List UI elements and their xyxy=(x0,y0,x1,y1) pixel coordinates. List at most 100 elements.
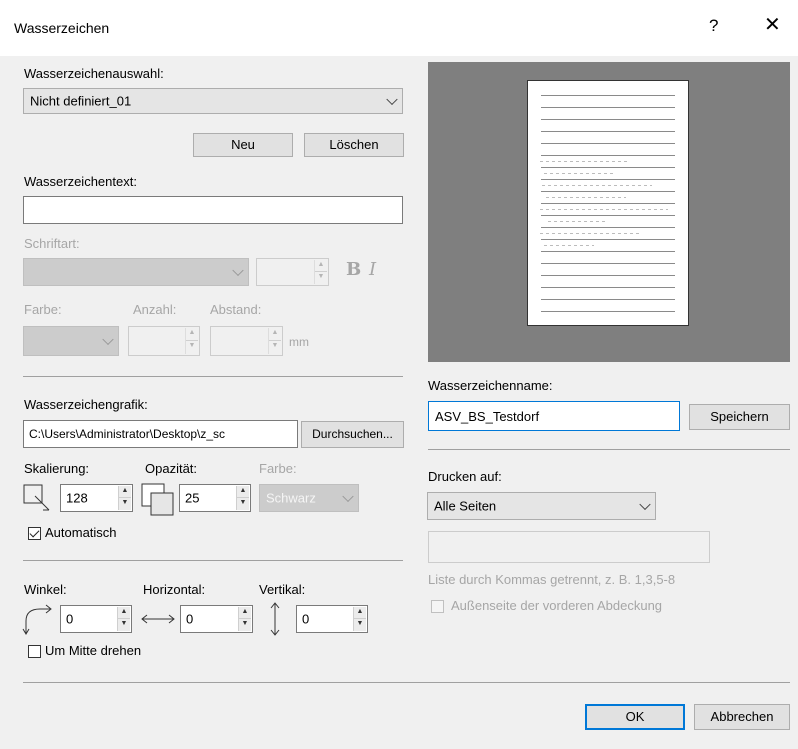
watermark-preview-mark xyxy=(540,233,640,234)
graphic-color-select[interactable]: Schwarz xyxy=(259,484,359,512)
horizontal-label: Horizontal: xyxy=(143,582,206,597)
separator xyxy=(23,682,790,683)
chevron-down-icon xyxy=(386,93,398,106)
spin-up-icon[interactable]: ▲ xyxy=(118,607,130,619)
text-color-select[interactable] xyxy=(23,326,119,356)
spin-down-icon[interactable]: ▼ xyxy=(239,619,251,631)
watermark-preview-mark xyxy=(540,161,630,162)
scale-icon xyxy=(23,484,50,511)
graphic-color-value: Schwarz xyxy=(266,490,316,506)
opacity-label: Opazität: xyxy=(145,461,198,476)
vertical-label: Vertikal: xyxy=(259,582,306,597)
watermark-select[interactable]: Nicht definiert_01 xyxy=(23,88,403,114)
angle-stepper[interactable]: 0 ▲ ▼ xyxy=(60,605,132,633)
chevron-down-icon xyxy=(232,264,244,277)
watermark-name-input[interactable]: ASV_BS_Testdorf xyxy=(428,401,680,431)
preview-panel xyxy=(428,62,790,362)
vertical-value: 0 xyxy=(302,611,310,627)
graphic-label: Wasserzeichengrafik: xyxy=(24,397,148,412)
count-label: Anzahl: xyxy=(133,302,177,317)
spin-up-icon[interactable]: ▲ xyxy=(354,607,366,619)
delete-button[interactable]: Löschen xyxy=(304,133,404,157)
angle-value: 0 xyxy=(66,611,74,627)
spin-down-icon[interactable]: ▼ xyxy=(118,619,130,631)
vertical-stepper[interactable]: 0 ▲ ▼ xyxy=(296,605,368,633)
spin-up-icon[interactable]: ▲ xyxy=(315,260,327,272)
new-button[interactable]: Neu xyxy=(193,133,293,157)
vertical-arrow-icon xyxy=(270,602,280,636)
spin-up-icon[interactable]: ▲ xyxy=(237,486,249,498)
rotate-icon xyxy=(22,604,52,635)
unit-label: mm xyxy=(289,335,309,349)
spin-down-icon[interactable]: ▼ xyxy=(354,619,366,631)
ok-button[interactable]: OK xyxy=(585,704,685,730)
text-label: Wasserzeichentext: xyxy=(24,174,137,189)
watermark-name-value: ASV_BS_Testdorf xyxy=(435,409,540,424)
chevron-down-icon xyxy=(102,333,114,346)
watermark-preview-mark xyxy=(546,197,626,198)
spacing-label: Abstand: xyxy=(210,302,262,317)
italic-button[interactable]: I xyxy=(369,259,376,280)
spacing-stepper[interactable]: ▲ ▼ xyxy=(210,326,283,356)
close-button[interactable]: ✕ xyxy=(764,12,781,37)
watermark-select-value: Nicht definiert_01 xyxy=(30,93,132,109)
cancel-button[interactable]: Abbrechen xyxy=(694,704,790,730)
opacity-value: 25 xyxy=(185,490,200,506)
page-list-hint: Liste durch Kommas getrennt, z. B. 1,3,5… xyxy=(428,572,676,587)
rotate-center-checkbox[interactable] xyxy=(28,645,41,658)
separator xyxy=(428,449,790,450)
opacity-stepper[interactable]: 25 ▲ ▼ xyxy=(179,484,251,512)
preview-page xyxy=(527,80,689,326)
watermark-preview-mark xyxy=(540,209,668,210)
bold-button[interactable]: B xyxy=(346,259,361,280)
graphic-path-input[interactable]: C:\Users\Administrator\Desktop\z_sc xyxy=(23,420,298,448)
separator xyxy=(23,560,403,561)
print-label: Drucken auf: xyxy=(428,469,502,484)
spin-down-icon[interactable]: ▼ xyxy=(315,272,327,284)
spin-up-icon[interactable]: ▲ xyxy=(239,607,251,619)
spin-down-icon[interactable]: ▼ xyxy=(186,341,198,354)
help-button[interactable]: ? xyxy=(709,16,718,36)
name-label: Wasserzeichenname: xyxy=(428,378,553,393)
selection-label: Wasserzeichenauswahl: xyxy=(24,66,164,81)
angle-label: Winkel: xyxy=(24,582,67,597)
scale-stepper[interactable]: 128 ▲ ▼ xyxy=(60,484,133,512)
font-label: Schriftart: xyxy=(24,236,80,251)
watermark-text-input[interactable] xyxy=(23,196,403,224)
separator xyxy=(23,376,403,377)
title-bar xyxy=(0,0,798,56)
scale-label: Skalierung: xyxy=(24,461,90,476)
chevron-down-icon xyxy=(639,498,651,511)
page-list-input[interactable] xyxy=(428,531,710,563)
spin-down-icon[interactable]: ▼ xyxy=(269,341,281,354)
chevron-down-icon xyxy=(342,490,354,503)
watermark-preview-mark xyxy=(544,173,614,174)
horizontal-stepper[interactable]: 0 ▲ ▼ xyxy=(180,605,253,633)
spin-up-icon[interactable]: ▲ xyxy=(186,328,198,341)
save-button[interactable]: Speichern xyxy=(689,404,790,430)
spin-up-icon[interactable]: ▲ xyxy=(119,486,131,498)
outside-cover-checkbox[interactable] xyxy=(431,600,444,613)
spin-down-icon[interactable]: ▼ xyxy=(237,498,249,510)
opacity-icon xyxy=(141,483,174,516)
spin-down-icon[interactable]: ▼ xyxy=(119,498,131,510)
spin-up-icon[interactable]: ▲ xyxy=(269,328,281,341)
rotate-center-label: Um Mitte drehen xyxy=(45,643,142,658)
color-label: Farbe: xyxy=(24,302,62,317)
font-select[interactable] xyxy=(23,258,249,286)
outside-cover-label: Außenseite der vorderen Abdeckung xyxy=(451,598,663,613)
count-stepper[interactable]: ▲ ▼ xyxy=(128,326,200,356)
watermark-preview-mark xyxy=(544,245,594,246)
print-on-select[interactable]: Alle Seiten xyxy=(427,492,656,520)
auto-label: Automatisch xyxy=(45,525,117,540)
auto-checkbox[interactable] xyxy=(28,527,41,540)
graphic-color-label: Farbe: xyxy=(259,461,297,476)
graphic-path-value: C:\Users\Administrator\Desktop\z_sc xyxy=(29,427,226,441)
watermark-preview-mark xyxy=(542,185,652,186)
horizontal-arrow-icon xyxy=(141,614,175,624)
font-size-stepper[interactable]: ▲ ▼ xyxy=(256,258,329,286)
scale-value: 128 xyxy=(66,490,88,506)
horizontal-value: 0 xyxy=(186,611,194,627)
check-icon xyxy=(29,527,40,538)
browse-button[interactable]: Durchsuchen... xyxy=(301,421,404,448)
